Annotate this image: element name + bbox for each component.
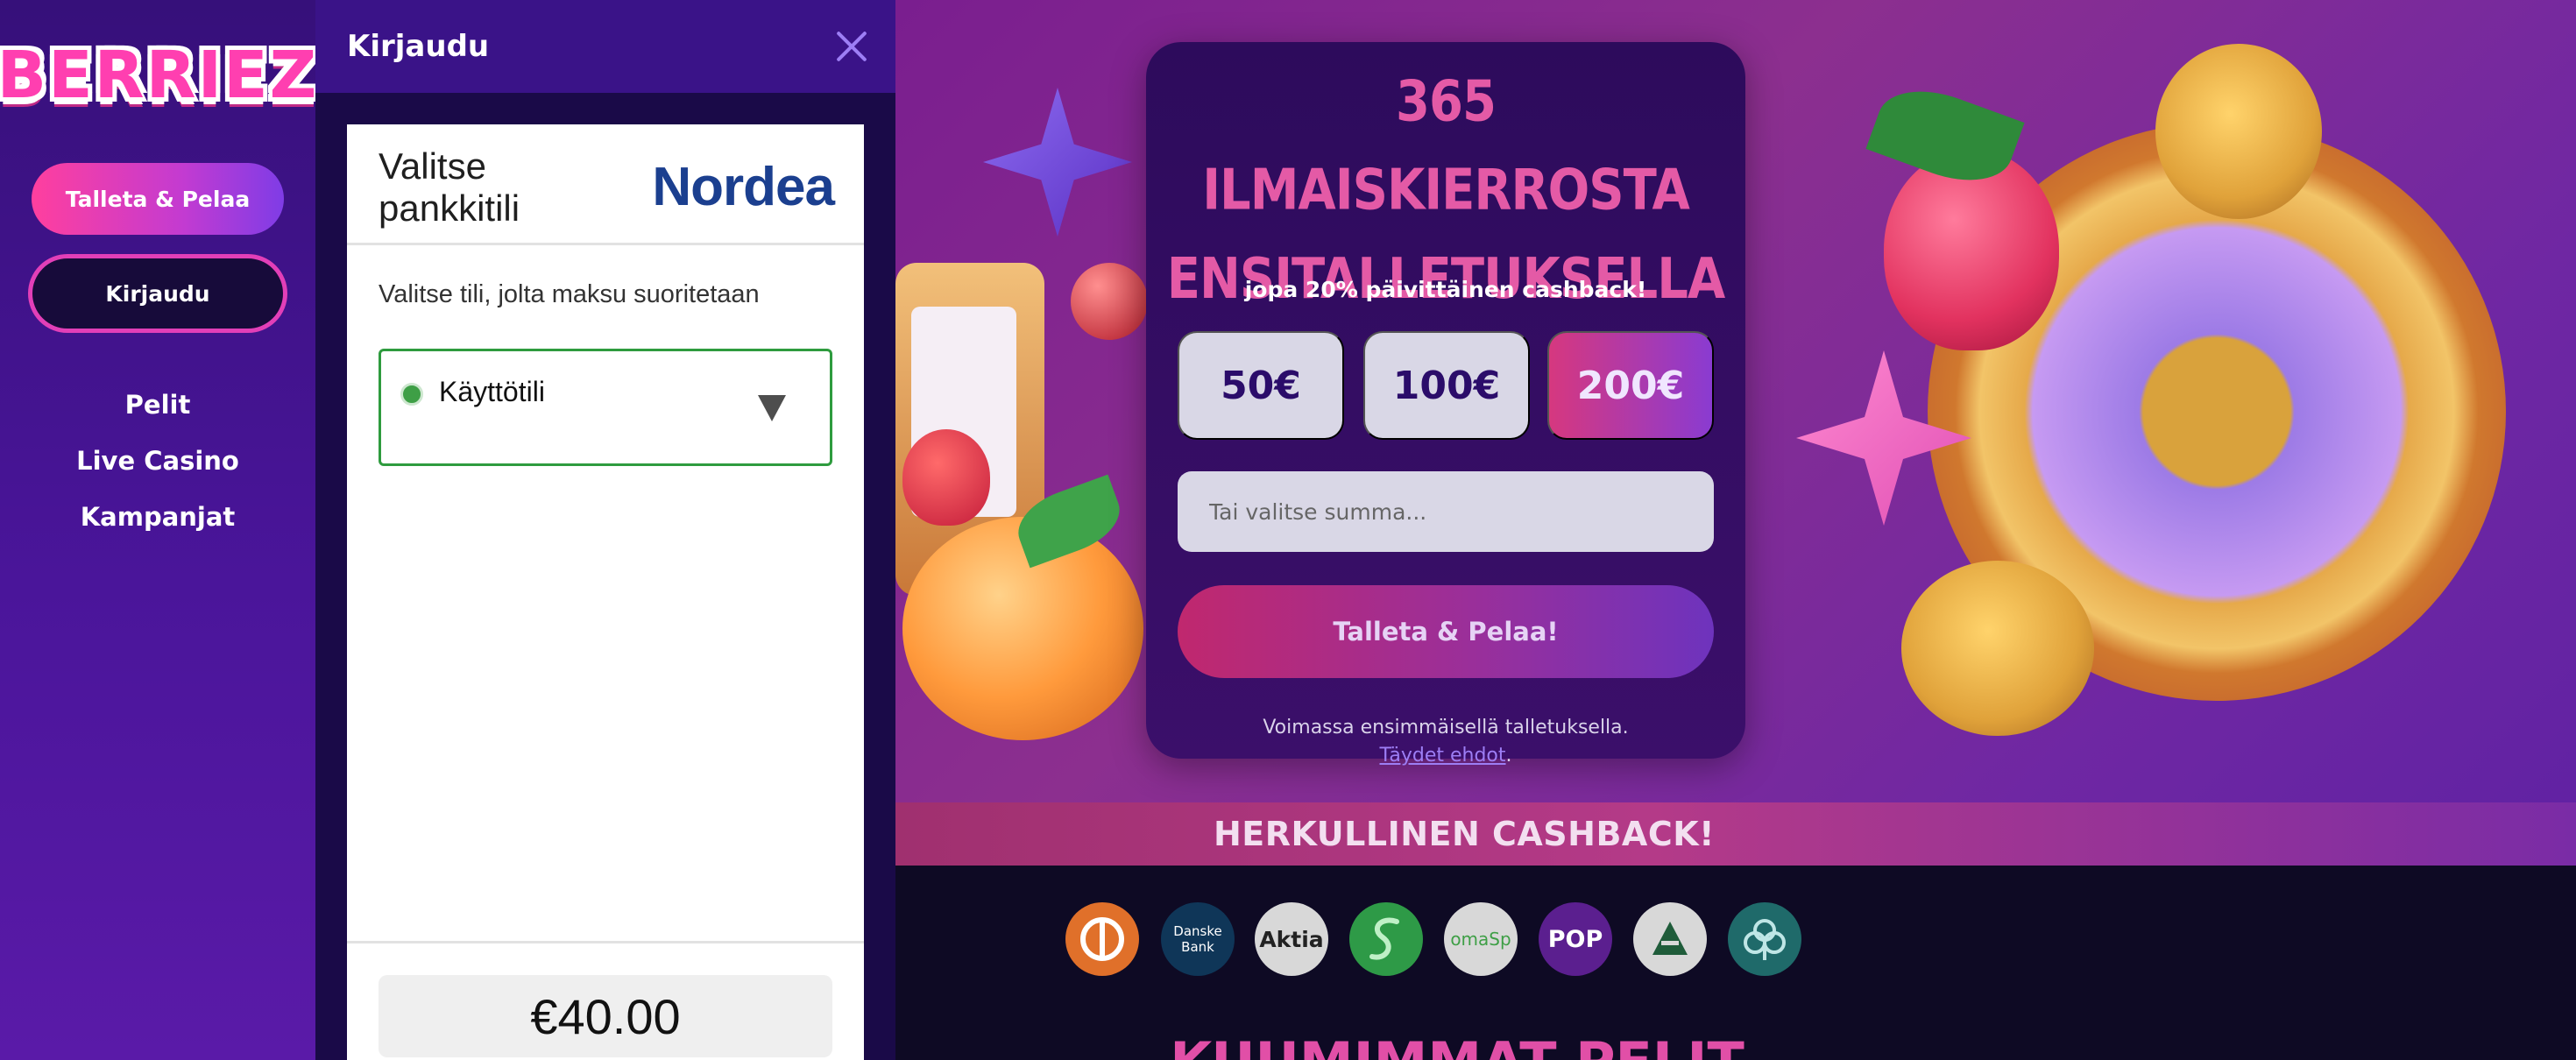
danske-bank-icon: Danske Bank — [1161, 902, 1235, 976]
strawberry-illustration — [902, 429, 990, 526]
gold-coin-illustration — [1901, 561, 2094, 736]
terms-text: Voimassa ensimmäisellä talletuksella. — [1263, 717, 1629, 738]
account-instruction: Valitse tili, jolta maksu suoritetaan — [379, 280, 760, 308]
aktia-icon: Aktia — [1255, 902, 1328, 976]
drawer-header: Kirjaudu — [315, 0, 895, 93]
terms-link-line: Täydet ehdot. — [1146, 745, 1745, 767]
pop-pankki-icon: POP — [1539, 902, 1612, 976]
hottest-games-heading: KUUMIMMAT PELIT — [895, 1025, 1994, 1060]
nav-item-live-casino[interactable]: Live Casino — [0, 433, 315, 489]
chevron-down-icon[interactable] — [758, 395, 786, 421]
terms-suffix: . — [1505, 745, 1512, 767]
sidebar: BERRIEZ Talleta & Pelaa Kirjaudu Pelit L… — [0, 0, 316, 1060]
account-name: Käyttötili — [439, 376, 545, 407]
s-pankki-icon — [1349, 902, 1423, 976]
cashback-banner: HERKULLINEN CASHBACK! — [895, 802, 2576, 866]
omasp-icon: omaSp — [1444, 902, 1518, 976]
payment-amount: €40.00 — [379, 975, 832, 1057]
amount-option-50[interactable]: 50€ — [1178, 331, 1344, 440]
account-select[interactable]: Käyttötili — [379, 349, 832, 466]
login-button[interactable]: Kirjaudu — [28, 254, 287, 333]
offer-subtitle: jopa 20% päivittäinen cashback! — [1244, 277, 1647, 302]
alandsbanken-icon — [1633, 902, 1707, 976]
cashback-banner-text: HERKULLINEN CASHBACK! — [1213, 815, 1716, 853]
login-drawer: Kirjaudu Valitse pankkitili Nordea Valit… — [315, 0, 895, 1060]
cherry-illustration — [1071, 263, 1148, 340]
nav-item-campaigns[interactable]: Kampanjat — [0, 489, 315, 545]
op-icon — [1065, 902, 1139, 976]
radio-selected-icon[interactable] — [400, 383, 423, 406]
hottest-games-heading-text: KUUMIMMAT PELIT — [920, 1030, 1994, 1060]
choose-account-title: Valitse pankkitili — [379, 145, 520, 229]
main-nav: Pelit Live Casino Kampanjat — [0, 377, 315, 545]
bank-account-panel: Valitse pankkitili Nordea Valitse tili, … — [347, 124, 864, 1060]
bank-panel-header: Valitse pankkitili Nordea — [347, 124, 864, 245]
nordea-logo: Nordea — [652, 157, 835, 217]
close-icon[interactable] — [831, 25, 873, 67]
bank-panel-footer: €40.00 — [347, 941, 864, 1060]
full-terms-link[interactable]: Täydet ehdot — [1379, 745, 1505, 767]
deposit-and-play-cta[interactable]: Talleta & Pelaa! — [1178, 585, 1714, 678]
deposit-and-play-button[interactable]: Talleta & Pelaa — [32, 163, 284, 235]
custom-amount-input[interactable] — [1178, 471, 1714, 552]
gold-coin-illustration — [2155, 44, 2322, 219]
offer-headline-line: 365 ILMAISKIERROSTA — [1202, 68, 1690, 223]
amount-option-200-selected[interactable]: 200€ — [1547, 331, 1714, 440]
drawer-title: Kirjaudu — [347, 29, 490, 64]
berriez-logo[interactable]: BERRIEZ — [0, 35, 316, 116]
welcome-offer-card: 365 ILMAISKIERROSTA ENSITALLETUKSELLA jo… — [1146, 42, 1745, 767]
amount-option-100[interactable]: 100€ — [1363, 331, 1530, 440]
nav-item-games[interactable]: Pelit — [0, 377, 315, 433]
saastopankki-icon — [1728, 902, 1801, 976]
